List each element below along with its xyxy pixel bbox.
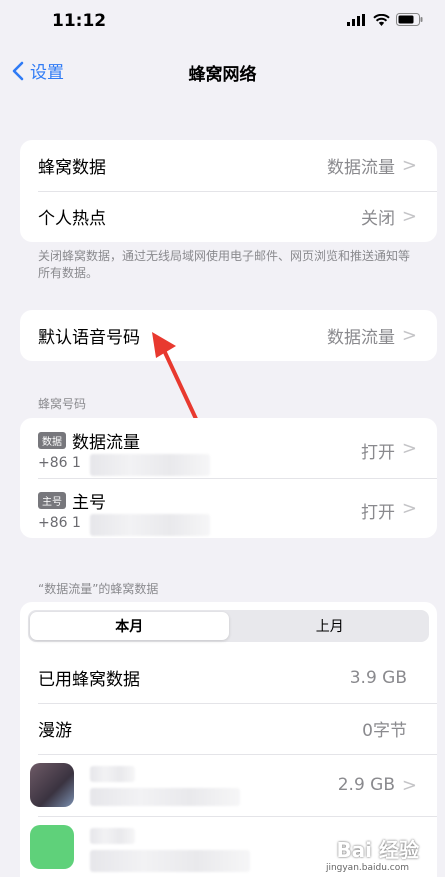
sim-badge: 数据 (38, 432, 66, 449)
sim-value: 打开 (361, 443, 395, 463)
sim-section-header: 蜂窝号码 (38, 397, 87, 411)
sim-row-primary[interactable]: 主号 主号 +86 1 打开 > (20, 478, 437, 538)
chevron-right-icon: > (401, 774, 417, 796)
personal-hotspot-label: 个人热点 (38, 209, 106, 229)
cellular-data-label: 蜂窝数据 (38, 158, 106, 178)
used-data-value: 3.9 GB (349, 667, 407, 688)
chevron-right-icon: > (401, 155, 417, 176)
redacted-number (90, 514, 210, 536)
roaming-row: 漫游 0字节 (20, 703, 437, 754)
app-usage-row[interactable]: 2.9 GB > (20, 754, 437, 816)
status-bar: 11:12 (0, 0, 445, 44)
chevron-right-icon: > (401, 206, 417, 227)
redacted-app-name (90, 828, 135, 844)
cellular-data-row[interactable]: 蜂窝数据 数据流量 > (20, 140, 437, 191)
sim-numbers-group: 数据 数据流量 +86 1 打开 > 主号 主号 +86 1 打开 > (20, 418, 437, 538)
row-divider (38, 191, 437, 192)
sim-value: 打开 (361, 503, 395, 523)
usage-section-header: “数据流量”的蜂窝数据 (38, 582, 159, 596)
row-divider (38, 816, 437, 817)
status-icons (347, 13, 423, 26)
watermark-url: jingyan.baidu.com (325, 863, 409, 873)
voice-number-group: 默认语音号码 数据流量 > (20, 310, 437, 361)
cellular-footnote: 关闭蜂窝数据，通过无线局域网使用电子邮件、网页浏览和推送通知等所有数据。 (38, 249, 411, 280)
redacted-app-name (90, 766, 135, 782)
default-voice-number-row[interactable]: 默认语音号码 数据流量 > (20, 310, 437, 361)
row-divider (38, 478, 437, 479)
watermark: Bai 经验 (336, 838, 419, 862)
navigation-bar: 设置 蜂窝网络 (0, 50, 445, 94)
sim-name: 主号 (72, 493, 106, 513)
used-data-row: 已用蜂窝数据 3.9 GB (20, 652, 437, 703)
redacted-app-detail (90, 788, 240, 806)
status-time: 11:12 (52, 11, 107, 31)
personal-hotspot-value: 关闭 (361, 209, 395, 229)
cellular-settings-group: 蜂窝数据 数据流量 > 个人热点 关闭 > (20, 140, 437, 242)
sim-number: +86 1 (38, 455, 81, 471)
segment-current-month[interactable]: 本月 (30, 612, 229, 640)
chevron-right-icon: > (401, 498, 417, 519)
wechat-app-icon (30, 825, 74, 869)
personal-hotspot-row[interactable]: 个人热点 关闭 > (20, 191, 437, 242)
sim-name: 数据流量 (72, 433, 140, 453)
roaming-value: 0字节 (362, 721, 407, 741)
roaming-label: 漫游 (38, 721, 72, 741)
wifi-icon (373, 13, 390, 26)
battery-icon (396, 13, 423, 26)
row-divider (38, 703, 437, 704)
period-segmented-control: 本月 上月 (28, 610, 429, 642)
cellular-signal-icon (347, 13, 365, 26)
app-usage-value: 2.9 GB (337, 775, 395, 795)
chevron-right-icon: > (401, 438, 417, 459)
sim-number: +86 1 (38, 515, 81, 531)
sim-badge: 主号 (38, 492, 66, 509)
default-voice-number-value: 数据流量 (327, 328, 395, 348)
used-data-label: 已用蜂窝数据 (38, 670, 140, 690)
segment-last-month[interactable]: 上月 (231, 610, 430, 642)
sim-row-data[interactable]: 数据 数据流量 +86 1 打开 > (20, 418, 437, 478)
default-voice-number-label: 默认语音号码 (38, 328, 140, 348)
app-icon (30, 763, 74, 807)
page-title: 蜂窝网络 (188, 65, 257, 85)
row-divider (38, 754, 437, 755)
redacted-number (90, 454, 210, 476)
redacted-app-detail (90, 850, 250, 872)
chevron-right-icon: > (401, 325, 417, 346)
cellular-data-value: 数据流量 (327, 158, 395, 178)
